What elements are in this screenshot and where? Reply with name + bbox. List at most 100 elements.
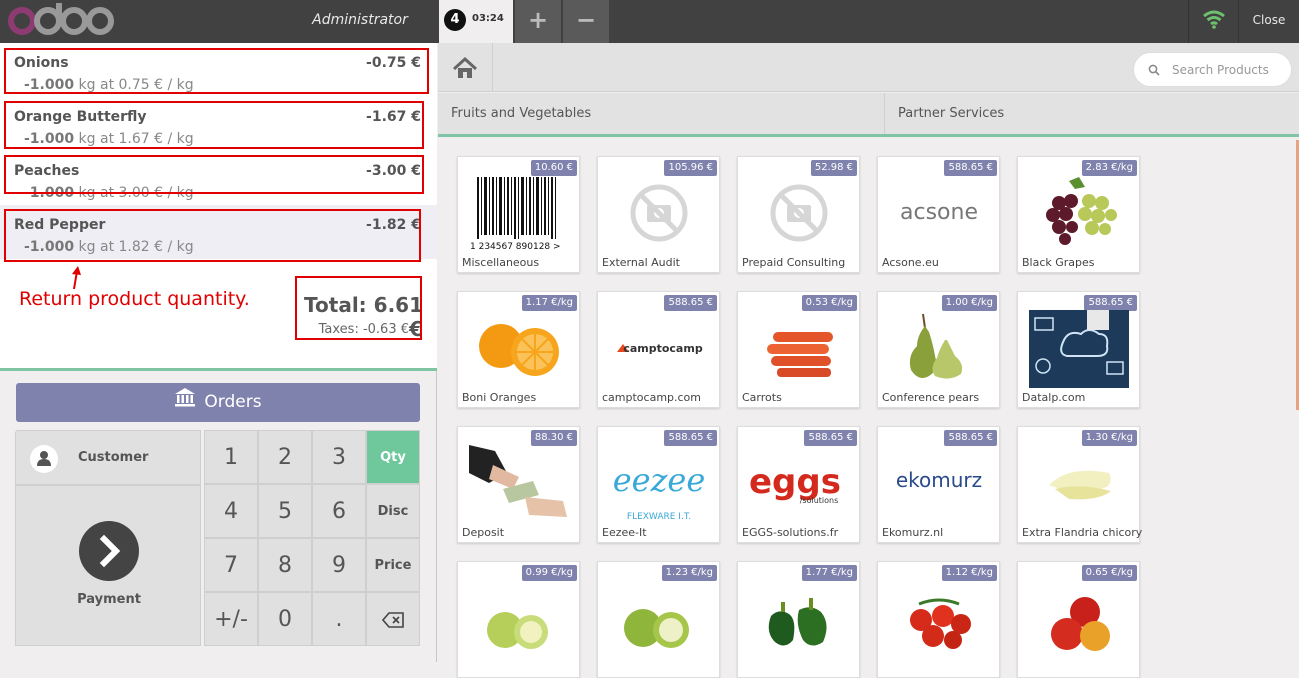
customer-button[interactable]: Customer	[15, 430, 201, 485]
category-bar: Fruits and Vegetables Partner Services	[438, 93, 1299, 137]
product-card[interactable]: 0.53 €/kg Carrots	[737, 291, 860, 408]
order-tab[interactable]: 4 03:24	[439, 0, 513, 43]
numpad-key-1[interactable]: 1	[204, 430, 258, 484]
product-card[interactable]: 1.30 €/kg Extra Flandria chicory	[1017, 426, 1142, 543]
product-name: EGGS-solutions.fr	[742, 526, 839, 539]
product-pane: Search Products Fruits and Vegetables Pa…	[438, 43, 1299, 678]
product-card[interactable]: 105.96 € External Audit	[597, 156, 720, 273]
delete-order-button[interactable]: −	[563, 0, 609, 43]
numpad-key-0[interactable]: 0	[258, 592, 312, 646]
product-card[interactable]: 1.23 €/kg	[597, 561, 720, 678]
product-name: Deposit	[462, 526, 505, 539]
numpad-key-dot[interactable]: .	[312, 592, 366, 646]
numpad-key-5[interactable]: 5	[258, 484, 312, 538]
product-name: Ekomurz.nl	[882, 526, 944, 539]
home-icon	[452, 56, 478, 78]
order-list: Onions -0.75 € -1.000 kg at 0.75 € / kg …	[0, 43, 437, 371]
mode-qty-button[interactable]: Qty	[366, 430, 420, 484]
search-box[interactable]: Search Products	[1133, 52, 1292, 87]
product-card[interactable]: 588.65 € eggs /solutions EGGS-solutions.…	[737, 426, 860, 543]
svg-text:ekomurz: ekomurz	[896, 468, 982, 492]
green-apples-image	[624, 609, 689, 648]
left-pane: Onions -0.75 € -1.000 kg at 0.75 € / kg …	[0, 43, 437, 662]
numpad-key-9[interactable]: 9	[312, 538, 366, 592]
product-price: 1.12 €/kg	[941, 565, 997, 581]
grapes-image	[1046, 177, 1117, 245]
product-card[interactable]: 1.77 €/kg	[737, 561, 860, 678]
product-name: External Audit	[602, 256, 680, 269]
ekomurz-logo: ekomurz	[896, 468, 982, 492]
order-time: 03:24	[472, 13, 504, 24]
product-price: 588.65 €	[664, 295, 717, 311]
numpad-key-4[interactable]: 4	[204, 484, 258, 538]
mode-price-button[interactable]: Price	[366, 538, 420, 592]
product-card[interactable]: 52.98 € Prepaid Consulting	[737, 156, 860, 273]
product-price: 1.77 €/kg	[801, 565, 857, 581]
product-card[interactable]: 588.65 € Datalp.com	[1017, 291, 1140, 408]
product-card[interactable]: 588.65 € acsone Acsone.eu	[877, 156, 1000, 273]
carrots-image	[767, 332, 833, 377]
product-card[interactable]: 2.83 €/kg Black Grapes	[1017, 156, 1140, 273]
product-name: Datalp.com	[1022, 391, 1086, 404]
odoo-logo	[8, 3, 114, 35]
product-price: 2.83 €/kg	[1081, 160, 1137, 176]
product-price: 0.65 €/kg	[1081, 565, 1137, 581]
username[interactable]: Administrator	[300, 12, 420, 28]
product-name: Acsone.eu	[882, 256, 939, 269]
user-icon	[30, 445, 58, 473]
product-price: 88.30 €	[530, 430, 577, 446]
product-name: Carrots	[742, 391, 782, 404]
annotation-text: Return product quantity.	[19, 288, 250, 310]
wifi-icon[interactable]	[1188, 0, 1238, 43]
search-icon	[1148, 64, 1160, 76]
green-apples-image	[487, 612, 548, 649]
numpad-key-6[interactable]: 6	[312, 484, 366, 538]
breadcrumb-bar: Search Products	[438, 43, 1299, 92]
category-fruits-vegetables[interactable]: Fruits and Vegetables	[451, 93, 881, 134]
close-button[interactable]: Close	[1238, 0, 1299, 43]
orders-button[interactable]: Orders	[16, 383, 420, 422]
svg-text:FLEXWARE I.T.: FLEXWARE I.T.	[627, 512, 691, 522]
red-apples-image	[1051, 597, 1110, 651]
numpad-key-7[interactable]: 7	[204, 538, 258, 592]
customer-label: Customer	[78, 450, 149, 465]
backspace-button[interactable]	[366, 592, 420, 646]
product-price: 0.53 €/kg	[801, 295, 857, 311]
product-card[interactable]: 0.99 €/kg	[457, 561, 580, 678]
payment-button[interactable]: Payment	[15, 485, 201, 646]
numpad-key-2[interactable]: 2	[258, 430, 312, 484]
chevron-right-icon	[79, 521, 139, 581]
product-card[interactable]: 588.65 € eezee FLEXWARE I.T. Eezee-It	[597, 426, 720, 543]
product-card[interactable]: 0.65 €/kg	[1017, 561, 1140, 678]
numpad-key-sign[interactable]: +/-	[204, 592, 258, 646]
green-peppers-image	[768, 598, 827, 646]
product-card[interactable]: 1.17 €/kg Boni Oranges	[457, 291, 580, 408]
svg-text:/solutions: /solutions	[800, 496, 839, 505]
search-input[interactable]: Search Products	[1172, 63, 1269, 77]
category-partner-services[interactable]: Partner Services	[884, 93, 1299, 134]
product-price: 588.65 €	[664, 430, 717, 446]
product-card[interactable]: 1.12 €/kg	[877, 561, 1000, 678]
product-card[interactable]: 588.65 € camptocamp camptocamp.com	[597, 291, 720, 408]
home-button[interactable]	[438, 43, 493, 92]
product-price: 1.23 €/kg	[661, 565, 717, 581]
highlight-box	[4, 155, 424, 194]
product-price: 588.65 €	[804, 430, 857, 446]
order-number: 4	[444, 9, 466, 31]
new-order-button[interactable]: +	[515, 0, 561, 43]
product-price: 1.00 €/kg	[941, 295, 997, 311]
product-price: 588.65 €	[944, 430, 997, 446]
datalp-image	[1029, 310, 1129, 388]
numpad-area: Customer Payment 1 2 3 Qty 4 5 6 Disc 7 …	[15, 430, 420, 646]
product-card[interactable]: 588.65 € ekomurz Ekomurz.nl	[877, 426, 1000, 543]
orders-label: Orders	[204, 392, 262, 412]
product-name: Eezee-It	[602, 526, 647, 539]
product-card[interactable]: 1.00 €/kg Conference pears	[877, 291, 1000, 408]
svg-text:1 234567 890128 >: 1 234567 890128 >	[470, 242, 561, 252]
mode-disc-button[interactable]: Disc	[366, 484, 420, 538]
numpad-key-3[interactable]: 3	[312, 430, 366, 484]
product-card[interactable]: 88.30 € Deposit	[457, 426, 580, 543]
numpad-key-8[interactable]: 8	[258, 538, 312, 592]
product-card[interactable]: 10.60 € 1 234567 890128 > Miscellaneous	[457, 156, 580, 273]
backspace-icon	[381, 607, 404, 632]
